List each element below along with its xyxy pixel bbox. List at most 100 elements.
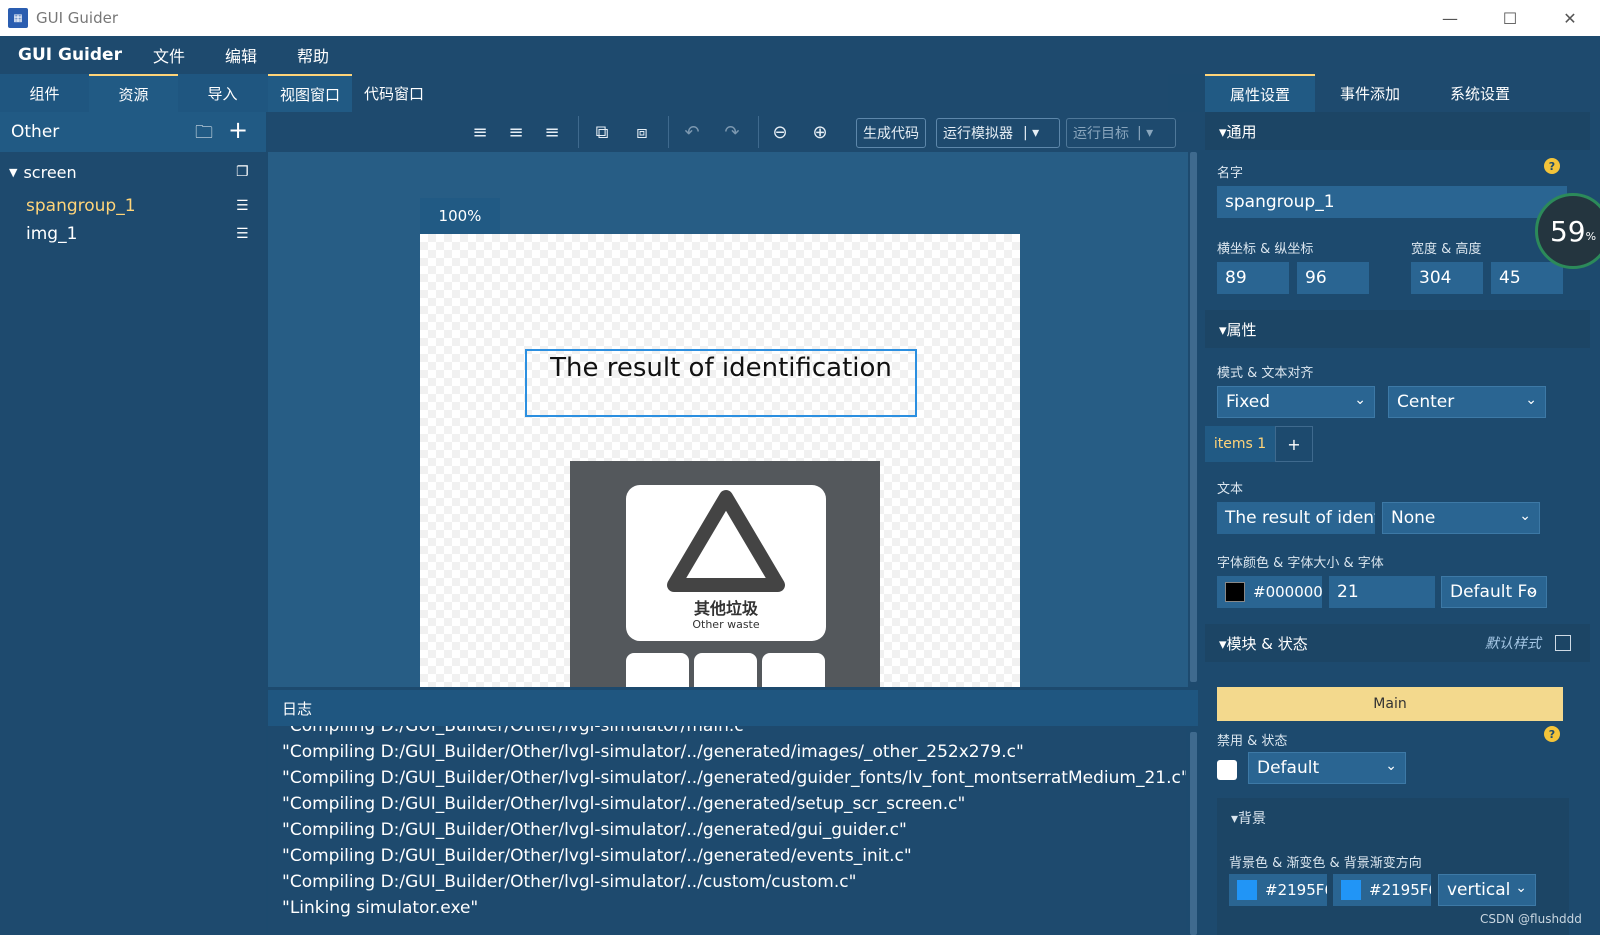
grad-dir-value: vertical xyxy=(1447,880,1511,900)
section-style[interactable]: ▾模块 & 状态 默认样式 xyxy=(1205,624,1590,662)
image-widget[interactable]: 其他垃圾 Other waste xyxy=(570,461,880,687)
main-state-button[interactable]: Main xyxy=(1217,687,1563,721)
brand-label: GUI Guider xyxy=(18,45,122,65)
tab-properties[interactable]: 属性设置 xyxy=(1205,74,1315,112)
dropdown-icon[interactable]: | ▾ xyxy=(1137,125,1153,141)
text-option-select[interactable]: None ⌄ xyxy=(1382,502,1540,534)
bg-color-swatch[interactable] xyxy=(1237,880,1257,900)
generate-code-button[interactable]: 生成代码 xyxy=(856,118,926,148)
y-field[interactable]: 96 xyxy=(1297,262,1369,294)
tab-resources[interactable]: 资源 xyxy=(89,74,178,112)
log-line: "Compiling D:/GUI_Builder/Other/lvgl-sim… xyxy=(282,846,912,866)
align-value: Center xyxy=(1397,392,1455,412)
left-panel: Other 🗀 + ▼ screen ❐ spangroup_1 ☰ img_1… xyxy=(0,112,266,935)
state-label: 禁用 & 状态 xyxy=(1217,734,1288,749)
list-icon[interactable]: ☰ xyxy=(236,226,249,242)
tab-view-window[interactable]: 视图窗口 xyxy=(268,74,353,112)
text-field[interactable]: The result of identifi xyxy=(1217,502,1375,534)
align-center-icon[interactable]: ≡ xyxy=(504,118,528,146)
help-icon[interactable]: ? xyxy=(1544,158,1560,174)
section-general[interactable]: ▾通用 xyxy=(1205,112,1590,150)
section-style-label: ▾模块 & 状态 xyxy=(1219,634,1308,653)
x-field[interactable]: 89 xyxy=(1217,262,1289,294)
recycle-icon xyxy=(667,490,785,592)
tab-events[interactable]: 事件添加 xyxy=(1315,74,1425,112)
spangroup-widget[interactable]: The result of identification xyxy=(525,349,917,417)
canvas-scrollbar[interactable] xyxy=(1189,152,1198,687)
undo-icon[interactable]: ↶ xyxy=(680,118,704,146)
section-props[interactable]: ▾属性 xyxy=(1205,310,1590,348)
tree-item-img[interactable]: img_1 ☰ xyxy=(0,220,266,248)
project-header: Other 🗀 + xyxy=(0,112,266,152)
menu-file[interactable]: 文件 xyxy=(153,43,185,67)
minimize-button[interactable]: — xyxy=(1420,0,1480,36)
waste-label-en: Other waste xyxy=(692,618,760,631)
xy-label: 横坐标 & 纵坐标 xyxy=(1217,242,1314,257)
copy-icon[interactable]: ❐ xyxy=(236,164,249,180)
gauge-unit: % xyxy=(1585,229,1597,243)
align-right-icon[interactable]: ≡ xyxy=(540,118,564,146)
tab-system[interactable]: 系统设置 xyxy=(1425,74,1535,112)
chevron-down-icon: ⌄ xyxy=(1515,880,1527,896)
state-value: Default xyxy=(1257,758,1320,778)
default-style-checkbox[interactable] xyxy=(1555,635,1571,651)
menu-edit[interactable]: 编辑 xyxy=(225,43,257,67)
width-field[interactable]: 304 xyxy=(1411,262,1483,294)
title-bar: ▦ GUI Guider — ☐ ✕ xyxy=(0,0,1600,36)
font-size-field[interactable]: 21 xyxy=(1329,576,1435,608)
tab-import[interactable]: 导入 xyxy=(178,74,267,112)
grad-color-swatch[interactable] xyxy=(1341,880,1361,900)
disable-checkbox[interactable] xyxy=(1217,760,1237,780)
log-line: "Compiling D:/GUI_Builder/Other/lvgl-sim… xyxy=(282,768,1186,788)
grad-dir-select[interactable]: vertical ⌄ xyxy=(1438,874,1536,906)
help-icon[interactable]: ? xyxy=(1544,726,1560,742)
maximize-button[interactable]: ☐ xyxy=(1480,0,1540,36)
add-item-button[interactable]: + xyxy=(1275,426,1313,462)
waste-thumb xyxy=(762,653,825,687)
items-tab[interactable]: items 1 xyxy=(1205,426,1275,462)
font-select[interactable]: Default Fo ⌄ xyxy=(1441,576,1547,608)
tree-item-spangroup[interactable]: spangroup_1 ☰ xyxy=(0,192,266,220)
zoom-in-icon[interactable]: ⊕ xyxy=(808,118,832,146)
run-target-button[interactable]: 运行目标 | ▾ xyxy=(1066,118,1176,148)
log-scrollbar[interactable] xyxy=(1190,732,1197,935)
tab-code-window[interactable]: 代码窗口 xyxy=(352,74,436,112)
menu-help[interactable]: 帮助 xyxy=(297,43,329,67)
list-icon[interactable]: ☰ xyxy=(236,198,249,214)
add-icon[interactable]: + xyxy=(228,116,248,144)
log-line: "Compiling D:/GUI_Builder/Other/lvgl-sim… xyxy=(282,742,1024,762)
mode-select[interactable]: Fixed ⌄ xyxy=(1217,386,1375,418)
bring-front-icon[interactable]: ⧉ xyxy=(590,118,614,146)
tree-screen[interactable]: ▼ screen ❐ xyxy=(0,152,266,192)
dropdown-icon[interactable]: | ▾ xyxy=(1023,125,1039,141)
expand-triangle-icon[interactable]: ▼ xyxy=(9,166,17,179)
send-back-icon[interactable]: ⧈ xyxy=(630,118,654,146)
align-select[interactable]: Center ⌄ xyxy=(1388,386,1546,418)
app-logo-icon: ▦ xyxy=(8,8,28,28)
tab-components[interactable]: 组件 xyxy=(0,74,89,112)
left-tabs: 组件 资源 导入 xyxy=(0,74,268,112)
watermark: CSDN @flushddd xyxy=(1480,912,1582,926)
redo-icon[interactable]: ↷ xyxy=(720,118,744,146)
align-left-icon[interactable]: ≡ xyxy=(468,118,492,146)
tree-item-label: img_1 xyxy=(26,224,78,244)
zoom-out-icon[interactable]: ⊖ xyxy=(768,118,792,146)
text-label: 文本 xyxy=(1217,482,1244,497)
height-field[interactable]: 45 xyxy=(1491,262,1563,294)
font-color-swatch[interactable] xyxy=(1225,582,1245,602)
close-button[interactable]: ✕ xyxy=(1540,0,1600,36)
screen-preview[interactable]: The result of identification 其他垃圾 Other … xyxy=(420,234,1020,687)
bg-section[interactable]: ▾背景 xyxy=(1231,808,1266,828)
text-option-value: None xyxy=(1391,508,1436,528)
state-select[interactable]: Default ⌄ xyxy=(1248,752,1406,784)
run-simulator-label: 运行模拟器 xyxy=(943,126,1013,142)
mode-label: 模式 & 文本对齐 xyxy=(1217,366,1314,381)
log-header: 日志 ⊘ ✕ xyxy=(268,690,1432,726)
run-simulator-button[interactable]: 运行模拟器 | ▾ xyxy=(936,118,1060,148)
name-field[interactable]: spangroup_1 xyxy=(1217,186,1567,218)
design-canvas[interactable]: 100% The result of identification 其他垃圾 O… xyxy=(268,152,1188,687)
zoom-level: 100% xyxy=(420,198,500,234)
run-target-label: 运行目标 xyxy=(1073,126,1129,142)
folder-icon[interactable]: 🗀 xyxy=(195,120,213,150)
gauge-value: 59 xyxy=(1549,214,1586,248)
